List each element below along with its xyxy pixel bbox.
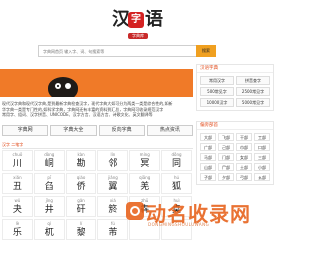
char-cell[interactable]: míng 冥 — [129, 150, 161, 171]
radical-link[interactable]: 飞部 — [218, 133, 234, 141]
sidebar-dictionary: 汉语字典 常用汉字 拼音查字 500常见字 2500常见字 10000汉字 50… — [196, 64, 274, 111]
site-logo[interactable]: 汉 字 语 字典库 — [112, 9, 164, 39]
sidebar-link[interactable]: 常用汉字 — [200, 76, 234, 85]
radical-link[interactable]: 口部 — [254, 143, 270, 151]
banner-image — [0, 69, 193, 97]
radical-link[interactable]: 夕部 — [218, 173, 234, 181]
char-glyph: 侨 — [76, 182, 86, 192]
char-glyph: 狐 — [172, 182, 182, 192]
sidebar-link[interactable]: 拼音查字 — [236, 76, 270, 85]
divider — [2, 148, 193, 149]
radical-link[interactable]: ㄠ部 — [254, 173, 270, 181]
char-cell[interactable]: qiāng 羌 — [129, 173, 161, 194]
char-glyph: 同 — [172, 159, 182, 169]
watermark-subtext: DONGMINGSHOULUWANG — [148, 222, 210, 227]
tab-reverse[interactable]: 反向字典 — [98, 125, 145, 136]
watermark-logo-icon — [126, 202, 144, 220]
logo-seal: 字 — [128, 12, 144, 28]
radical-link[interactable]: 干部 — [236, 133, 252, 141]
char-glyph: 乐 — [12, 228, 22, 238]
sidebar-radicals: 偏旁部首 大部 飞部 干部 工部 广部 己部 巾部 口部 马部 门部 女部 三部… — [196, 121, 274, 185]
char-cell[interactable]: jǐng 井 — [33, 196, 65, 217]
logo-char-right: 语 — [145, 9, 163, 30]
radical-link[interactable]: 门部 — [218, 153, 234, 161]
char-glyph: 杌 — [44, 228, 54, 238]
char-cell[interactable]: xiǎn 丑 — [2, 173, 33, 194]
char-glyph: 翼 — [108, 182, 118, 192]
grid-row: chuō 川 dòng 峒 kàn 勘 lín 邻 míng 冥 dǒng 同 — [2, 150, 193, 173]
radical-link[interactable]: 广部 — [200, 143, 216, 151]
grid-row: xiǎn 丑 pī 臽 qiáo 侨 jiǎng 翼 qiāng 羌 hú 狐 — [2, 173, 193, 196]
intro-text: 现代汉字典和现代汉字典,是到最新字典检查汉字，现代字典大如可分为两类—类是综合性… — [2, 101, 192, 118]
char-glyph: 芾 — [108, 228, 118, 238]
radical-link[interactable]: 尸部 — [218, 163, 234, 171]
char-cell[interactable]: qì 杌 — [33, 219, 65, 240]
search-input[interactable] — [38, 45, 196, 57]
radical-link[interactable]: 巾部 — [236, 143, 252, 151]
radical-link[interactable]: 己部 — [218, 143, 234, 151]
char-glyph: 川 — [12, 159, 22, 169]
search-bar: 搜索 — [38, 45, 216, 57]
char-glyph: 臽 — [44, 182, 54, 192]
sidebar-link[interactable]: 500常见字 — [200, 87, 234, 96]
intro-line-3: 常用字、组词、汉字拼音、UNICODE、汉字方言、汉语方言、诗歌文化、英文翻译等 — [2, 112, 153, 117]
char-cell[interactable]: kàn 勘 — [65, 150, 97, 171]
char-glyph: 峒 — [44, 159, 54, 169]
char-glyph: 丑 — [12, 182, 22, 192]
char-cell[interactable]: dòng 峒 — [33, 150, 65, 171]
char-cell[interactable]: pī 臽 — [33, 173, 65, 194]
sidebar-title: 汉语字典 — [197, 65, 273, 73]
radical-link[interactable]: 工部 — [254, 133, 270, 141]
radical-link[interactable]: 三部 — [254, 153, 270, 161]
char-cell[interactable]: hú 狐 — [161, 173, 192, 194]
radical-link[interactable]: 马部 — [200, 153, 216, 161]
intro-line-1: 现代汉字典和现代汉字典,是到最新字典检查汉字，现代字典大如可分为两类—类是综合性… — [2, 101, 173, 106]
watermark: 动名收录网 DONGMINGSHOULUWANG — [122, 194, 274, 234]
char-glyph: 黎 — [76, 228, 86, 238]
char-cell[interactable]: wǔ 夬 — [2, 196, 33, 217]
monster-illustration — [48, 77, 78, 97]
tab-daquan[interactable]: 字典大全 — [50, 125, 97, 136]
char-cell[interactable]: qiáo 侨 — [65, 173, 97, 194]
logo-subtitle: 字典库 — [128, 33, 148, 39]
char-cell[interactable]: lè 乐 — [2, 219, 33, 240]
char-glyph: 羌 — [140, 182, 150, 192]
sidebar-link[interactable]: 2500常见字 — [236, 87, 270, 96]
char-cell[interactable]: lí 黎 — [65, 219, 97, 240]
char-glyph: 矸 — [76, 205, 86, 215]
tab-news[interactable]: 热点资讯 — [146, 125, 193, 136]
radical-link[interactable]: 大部 — [200, 133, 216, 141]
radical-link[interactable]: 小部 — [254, 163, 270, 171]
char-cell[interactable]: dǒng 同 — [161, 150, 192, 171]
sidebar-title: 偏旁部首 — [197, 122, 273, 130]
char-cell[interactable]: lín 邻 — [97, 150, 129, 171]
char-glyph: 邻 — [108, 159, 118, 169]
tab-zidian[interactable]: 字典网 — [2, 125, 49, 136]
char-cell[interactable]: chuō 川 — [2, 150, 33, 171]
char-glyph: 勘 — [76, 159, 86, 169]
radical-link[interactable]: 子部 — [200, 173, 216, 181]
char-glyph: 箊 — [108, 205, 118, 215]
char-glyph: 冥 — [140, 159, 150, 169]
radical-link[interactable]: 山部 — [200, 163, 216, 171]
char-cell[interactable]: gǎn 矸 — [65, 196, 97, 217]
char-glyph: 夬 — [12, 205, 22, 215]
sidebar-link[interactable]: 5000常见字 — [236, 98, 270, 107]
radical-link[interactable]: 土部 — [236, 163, 252, 171]
char-glyph: 井 — [44, 205, 54, 215]
char-cell[interactable]: jiǎng 翼 — [97, 173, 129, 194]
nav-tabs: 字典网 字典大全 反向字典 热点资讯 — [2, 125, 193, 136]
sidebar-link[interactable]: 10000汉字 — [200, 98, 234, 107]
search-button[interactable]: 搜索 — [196, 45, 216, 57]
radical-link[interactable]: 弓部 — [236, 173, 252, 181]
radical-link[interactable]: 女部 — [236, 153, 252, 161]
